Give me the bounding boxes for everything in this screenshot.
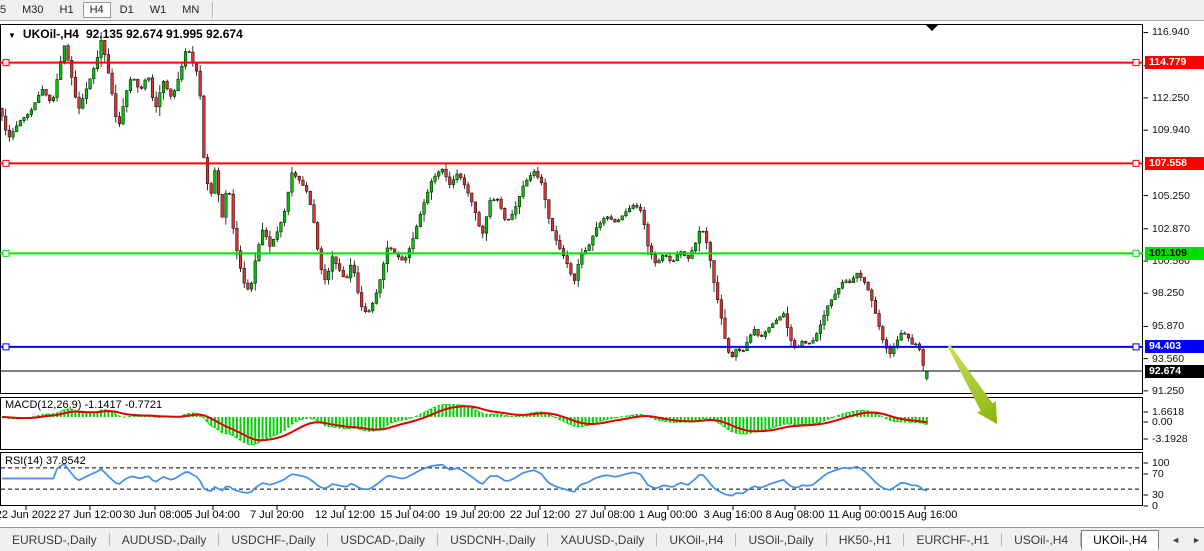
- date-tick-label: 5 Jul 04:00: [186, 509, 240, 521]
- symbol-tab-bar: EURUSD-,DailyAUDUSD-,DailyUSDCHF-,DailyU…: [0, 527, 1204, 551]
- tab-usdcaddaily[interactable]: USDCAD-,Daily: [328, 530, 437, 550]
- indicator-scale-label: 0.00: [1152, 416, 1172, 428]
- price-badge-107.558: 107.558: [1145, 157, 1204, 170]
- price-tick-label: 98.250: [1152, 287, 1184, 299]
- date-tick-label: 12 Jul 12:00: [315, 509, 375, 521]
- tab-scroll-left-icon[interactable]: ◄: [1171, 535, 1180, 545]
- tab-usdcnhdaily[interactable]: USDCNH-,Daily: [438, 530, 547, 550]
- timeframe-button-m30[interactable]: M30: [15, 2, 50, 18]
- price-tick-label: 112.250: [1152, 92, 1189, 104]
- date-tick-label: 11 Aug 00:00: [828, 509, 892, 521]
- price-badge-114.779: 114.779: [1145, 56, 1204, 69]
- timeframe-button-h4[interactable]: H4: [83, 2, 111, 18]
- date-tick-label: 8 Aug 08:00: [766, 509, 825, 521]
- price-tick-label: 102.870: [1152, 223, 1190, 235]
- shift-end-marker-icon[interactable]: [926, 25, 938, 31]
- indicator-scale-label: 0: [1152, 500, 1158, 512]
- price-tick-label: 95.870: [1152, 320, 1184, 332]
- price-badge-94.403: 94.403: [1145, 340, 1204, 353]
- tab-xauusddaily[interactable]: XAUUSD-,Daily: [548, 530, 656, 550]
- date-tick-label: 1 Aug 00:00: [639, 509, 698, 521]
- date-tick-label: 15 Jul 04:00: [380, 509, 440, 521]
- price-badge-101.109: 101.109: [1145, 247, 1204, 260]
- indicator-scale-label: 70: [1152, 468, 1164, 480]
- tab-ukoilh4[interactable]: UKOil-,H4: [657, 530, 735, 550]
- hline-handle: [3, 250, 9, 256]
- tab-usdchfdaily[interactable]: USDCHF-,Daily: [219, 530, 327, 550]
- date-tick-label: 7 Jul 20:00: [250, 509, 304, 521]
- tab-eurusddaily[interactable]: EURUSD-,Daily: [0, 530, 109, 550]
- tab-eurchfh1[interactable]: EURCHF-,H1: [904, 530, 1001, 550]
- toolbar-separator: [212, 2, 214, 18]
- timeframe-button-5[interactable]: 5: [0, 2, 13, 18]
- down-arrow-annotation[interactable]: [948, 345, 997, 424]
- hline-handle: [1133, 160, 1139, 166]
- tab-audusddaily[interactable]: AUDUSD-,Daily: [110, 530, 219, 550]
- tab-scroll-right-icon[interactable]: ►: [1192, 535, 1201, 545]
- date-tick-label: 27 Jul 08:00: [575, 509, 635, 521]
- tab-ukoilh4[interactable]: UKOil-,H4: [1081, 530, 1159, 550]
- timeframe-button-d1[interactable]: D1: [113, 2, 141, 18]
- hline-handle: [1133, 344, 1139, 350]
- hline-handle: [1133, 250, 1139, 256]
- timeframe-toolbar: 5M30H1H4D1W1MN: [0, 0, 1204, 21]
- price-badge-92.674: 92.674: [1145, 365, 1204, 378]
- timeframe-button-h1[interactable]: H1: [53, 2, 81, 18]
- tab-hk50h1[interactable]: HK50-,H1: [827, 530, 904, 550]
- candlesticks: [1, 32, 928, 380]
- tab-scroll-arrows: ◄►: [1159, 535, 1204, 545]
- date-tick-label: 22 Jul 12:00: [510, 509, 570, 521]
- chart-symbol-period: UKOil-,H4: [23, 27, 79, 41]
- date-tick-label: 3 Aug 16:00: [704, 509, 763, 521]
- rsi-label: RSI(14) 37.8542: [5, 455, 86, 467]
- trading-terminal: { "toolbar": { "timeframes": ["5", "M30"…: [0, 0, 1204, 551]
- timeframe-button-mn[interactable]: MN: [175, 2, 206, 18]
- macd-label: MACD(12,26,9) -1.1417 -0.7721: [5, 399, 162, 411]
- date-tick-label: 22 Jun 2022: [0, 509, 56, 521]
- price-tick-label: 116.940: [1152, 26, 1189, 38]
- price-tick-label: 91.250: [1152, 385, 1184, 397]
- chart-canvas[interactable]: [0, 0, 1204, 527]
- date-tick-label: 19 Jul 20:00: [445, 509, 505, 521]
- rsi-line: [2, 464, 927, 496]
- chart-dropdown-icon[interactable]: ▼: [8, 31, 16, 40]
- hline-handle: [3, 344, 9, 350]
- hline-handle: [1133, 60, 1139, 66]
- price-tick-label: 109.940: [1152, 124, 1190, 136]
- chart-ohlc-readout: 92.135 92.674 91.995 92.674: [86, 27, 243, 41]
- tab-usoildaily[interactable]: USOil-,Daily: [736, 530, 825, 550]
- indicator-scale-label: -3.1928: [1152, 433, 1188, 445]
- price-tick-label: 93.560: [1152, 353, 1184, 365]
- price-tick-label: 105.250: [1152, 190, 1190, 202]
- date-tick-label: 30 Jun 08:00: [123, 509, 187, 521]
- chart-title: ▼ UKOil-,H4 92.135 92.674 91.995 92.674: [8, 27, 243, 41]
- date-tick-label: 27 Jun 12:00: [58, 509, 122, 521]
- hline-handle: [3, 60, 9, 66]
- date-tick-label: 15 Aug 16:00: [893, 509, 958, 521]
- hline-handle: [3, 160, 9, 166]
- tab-usoilh4[interactable]: USOil-,H4: [1002, 530, 1080, 550]
- timeframe-button-w1[interactable]: W1: [143, 2, 174, 18]
